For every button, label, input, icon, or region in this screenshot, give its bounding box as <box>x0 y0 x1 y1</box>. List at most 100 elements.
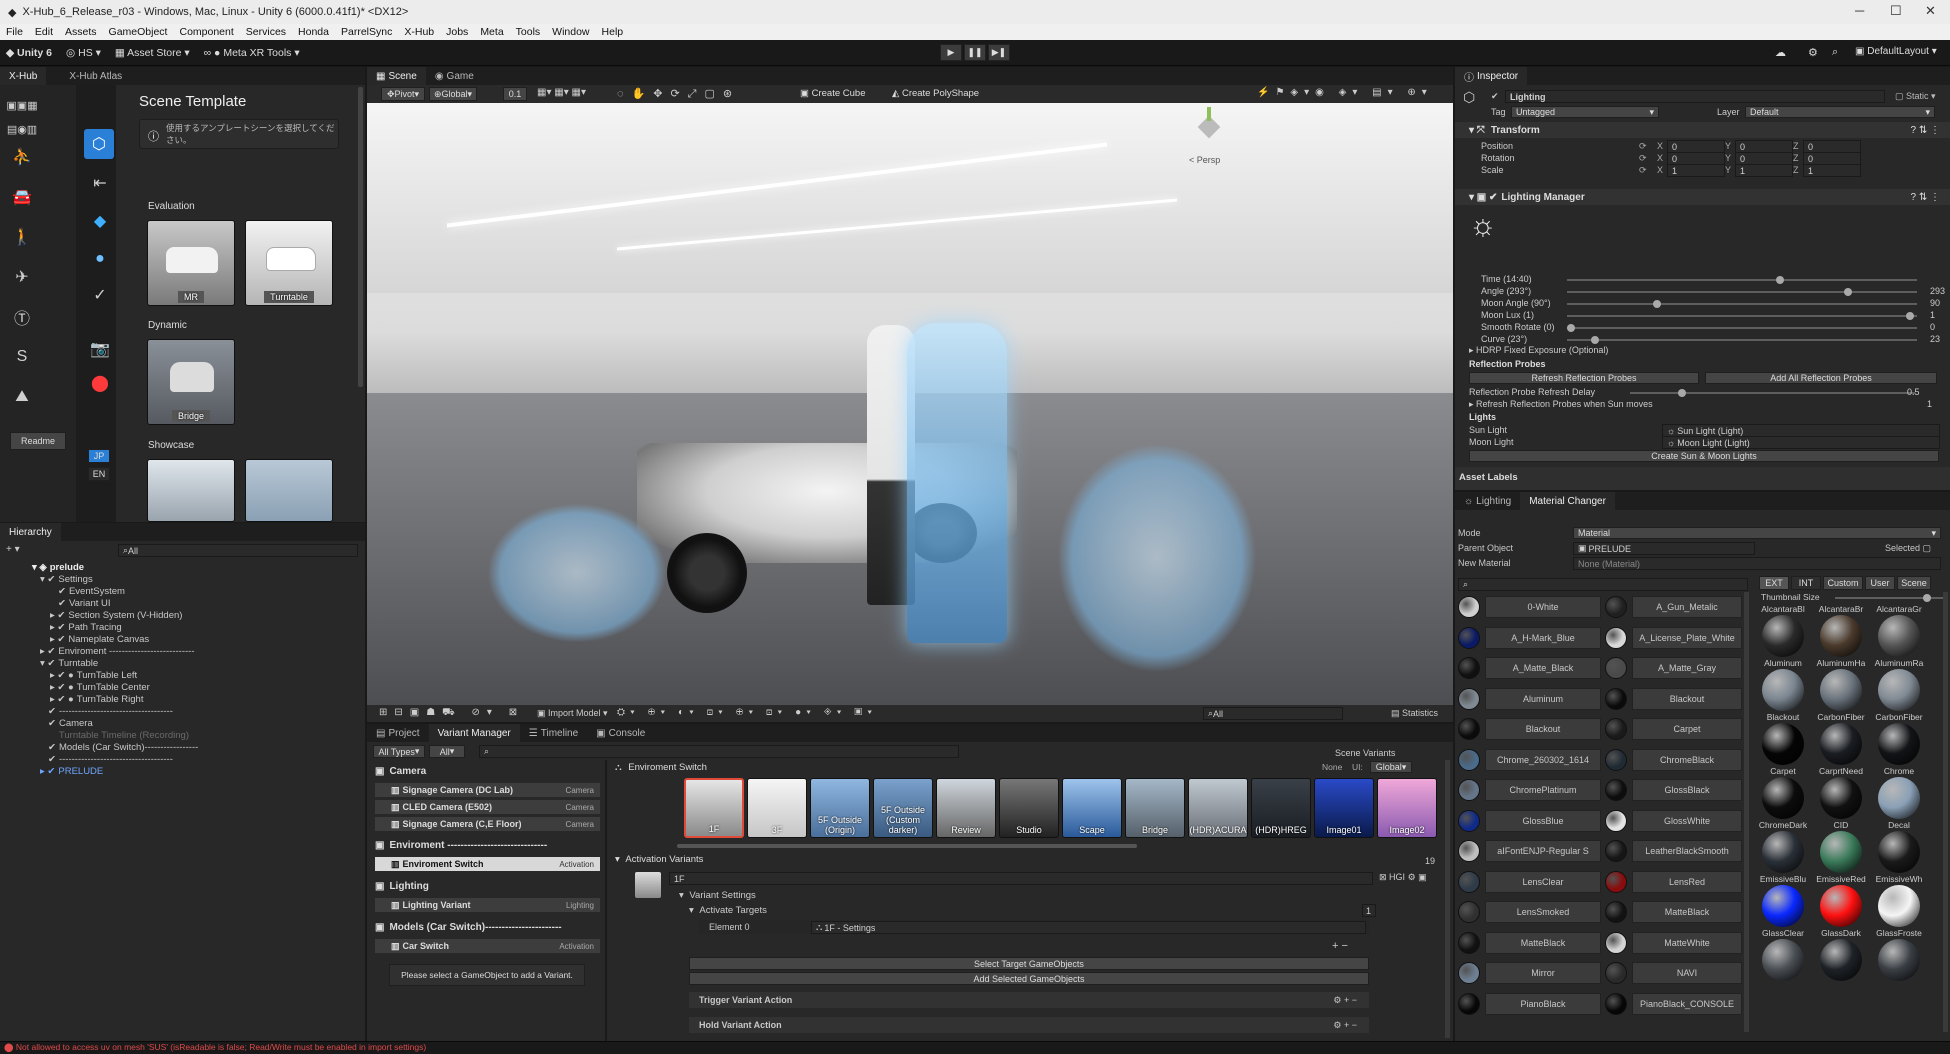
filter-ext[interactable]: EXT <box>1759 576 1789 590</box>
variant-thumbnail[interactable]: Image01 <box>1314 778 1374 838</box>
meta-xr-tools-button[interactable]: ∞ ● Meta XR Tools ▾ <box>204 47 300 59</box>
slider-knob[interactable] <box>1678 389 1686 397</box>
menu-jobs[interactable]: Jobs <box>440 26 474 38</box>
gear-icon[interactable]: ⚙ <box>1808 46 1818 59</box>
material-item[interactable]: MatteWhite <box>1632 931 1742 954</box>
material-item[interactable]: A_Matte_Black <box>1485 657 1601 679</box>
lighting-slider[interactable] <box>1567 300 1917 308</box>
variant-search-input[interactable]: ⌕ <box>479 745 959 758</box>
selected-toggle[interactable]: Selected ▢ <box>1885 543 1931 554</box>
variant-group-item-selected[interactable]: ▥ Enviroment Switch Activation <box>375 857 600 871</box>
transform-x-input[interactable]: 1 <box>1667 164 1725 177</box>
tab-project[interactable]: ▤ Project <box>367 724 429 742</box>
material-sphere[interactable] <box>1878 831 1920 873</box>
snap-tools-icons[interactable]: ▦▾ ▦▾ ▦▾ <box>537 87 586 98</box>
vr-person-icon[interactable]: ⛹ <box>8 143 36 171</box>
tab-game[interactable]: ◉ Game <box>426 67 483 85</box>
material-sphere[interactable] <box>1820 777 1862 819</box>
variant-thumbnail[interactable]: Scape <box>1062 778 1122 838</box>
material-item[interactable]: LensSmoked <box>1485 901 1601 923</box>
variant-thumbnail[interactable]: Review <box>936 778 996 838</box>
material-swatch[interactable] <box>1458 809 1480 832</box>
slider-knob[interactable] <box>1906 312 1914 320</box>
thumbnail-size-slider[interactable] <box>1835 594 1943 602</box>
scene-tool-icons[interactable]: ⊞⊟▣☗⛟ ⊘▾ ⊠ <box>379 707 524 720</box>
panel-divider[interactable] <box>605 760 607 1041</box>
variant-thumbnail[interactable]: Bridge <box>1125 778 1185 838</box>
scene-gizmo[interactable] <box>1187 107 1231 155</box>
lighting-slider-value[interactable]: 90 <box>1930 298 1940 308</box>
material-sphere[interactable] <box>1762 885 1804 927</box>
lighting-slider-value[interactable]: 23 <box>1930 334 1940 344</box>
template-turntable[interactable]: Turntable <box>245 220 333 306</box>
component-menu-icons[interactable]: ? ⇅ ⋮ <box>1911 192 1941 203</box>
import-model-button[interactable]: ▣ Import Model ▾ <box>537 708 608 719</box>
refresh-delay-slider[interactable] <box>1630 389 1915 397</box>
template-mr[interactable]: MR <box>147 220 235 306</box>
tab-inspector[interactable]: ⓘ Inspector <box>1455 67 1528 85</box>
material-item[interactable]: A_H-Mark_Blue <box>1485 626 1601 649</box>
menu-meta[interactable]: Meta <box>474 26 509 38</box>
menu-gameobject[interactable]: GameObject <box>103 26 174 38</box>
transform-header[interactable]: ▾ ⤧ Transform? ⇅ ⋮ <box>1455 122 1950 138</box>
hierarchy-item[interactable]: ▸ ✔ PRELUDE <box>40 765 103 778</box>
variant-scrollbar[interactable] <box>1445 760 1450 1038</box>
material-item[interactable]: MatteBlack <box>1485 931 1601 954</box>
path-icon[interactable]: S <box>8 343 36 371</box>
material-list-scrollbar[interactable] <box>1744 592 1749 1032</box>
material-sphere[interactable] <box>1820 615 1862 657</box>
menu-tools[interactable]: Tools <box>510 26 547 38</box>
material-swatch[interactable] <box>1605 901 1627 923</box>
types-dropdown[interactable]: All Types ▾ <box>373 745 425 758</box>
cube-icon[interactable]: ◆ <box>86 207 114 235</box>
tab-xhub[interactable]: X-Hub <box>0 67 47 85</box>
material-sphere[interactable] <box>1820 831 1862 873</box>
lighting-slider[interactable] <box>1567 312 1917 320</box>
status-bar[interactable]: ⬤ Not allowed to access uv on mesh 'SUS'… <box>0 1041 1950 1054</box>
refresh-delay-value[interactable]: 0.5 <box>1907 387 1920 397</box>
new-material-field[interactable]: None (Material) <box>1573 557 1941 570</box>
text-tool-icon[interactable]: Ⓣ <box>8 303 36 331</box>
pivot-dropdown[interactable]: ✥ Pivot ▾ <box>381 87 425 101</box>
menu-assets[interactable]: Assets <box>59 26 103 38</box>
material-item[interactable]: LensRed <box>1632 870 1742 893</box>
material-item[interactable]: A_License_Plate_White <box>1632 626 1742 649</box>
material-item[interactable]: Blackout <box>1632 687 1742 710</box>
tab-scene[interactable]: ▦ Scene <box>367 67 426 85</box>
material-swatch[interactable] <box>1458 748 1480 771</box>
material-item[interactable]: NAVI <box>1632 962 1742 984</box>
play-button[interactable]: ▶ <box>940 44 962 61</box>
slider-knob[interactable] <box>1776 276 1784 284</box>
material-sphere[interactable] <box>1820 669 1862 711</box>
variant-thumbnail[interactable]: Studio <box>999 778 1059 838</box>
material-item[interactable]: A_Gun_Metalic <box>1632 596 1742 618</box>
lighting-slider-value[interactable]: 0 <box>1930 322 1935 332</box>
pause-button[interactable]: ❚❚ <box>964 44 986 61</box>
material-item[interactable]: ChromePlatinum <box>1485 779 1601 801</box>
slider-knob[interactable] <box>1653 300 1661 308</box>
material-sphere[interactable] <box>1820 885 1862 927</box>
material-swatch[interactable] <box>1458 657 1480 679</box>
refresh-reflection-probes-button[interactable]: Refresh Reflection Probes <box>1469 372 1699 384</box>
material-swatch[interactable] <box>1458 962 1480 984</box>
material-swatch[interactable] <box>1605 809 1627 832</box>
parent-object-field[interactable]: ▣ PRELUDE <box>1573 542 1755 555</box>
material-sphere[interactable] <box>1762 831 1804 873</box>
tab-variant-manager[interactable]: Variant Manager <box>428 724 520 742</box>
material-swatch[interactable] <box>1458 687 1480 710</box>
material-swatch[interactable] <box>1458 992 1480 1015</box>
add-object-button[interactable]: + ▾ <box>6 544 20 555</box>
menu-help[interactable]: Help <box>596 26 630 38</box>
material-swatch[interactable] <box>1458 901 1480 923</box>
camera-icon[interactable]: 📷 <box>86 335 114 363</box>
select-target-button[interactable]: Select Target GameObjects <box>689 957 1369 970</box>
transform-z-input[interactable]: 1 <box>1803 164 1861 177</box>
import-icon[interactable]: ⇤ <box>86 169 114 197</box>
material-item[interactable]: Carpet <box>1632 718 1742 740</box>
variant-thumbnail[interactable]: 3F <box>747 778 807 838</box>
material-swatch[interactable] <box>1605 718 1627 740</box>
material-sphere[interactable] <box>1878 885 1920 927</box>
static-toggle[interactable]: ▢ Static ▾ <box>1895 91 1936 102</box>
drone-icon[interactable]: ✈ <box>8 263 36 291</box>
ui-global-dropdown[interactable]: Global ▾ <box>1370 761 1412 773</box>
